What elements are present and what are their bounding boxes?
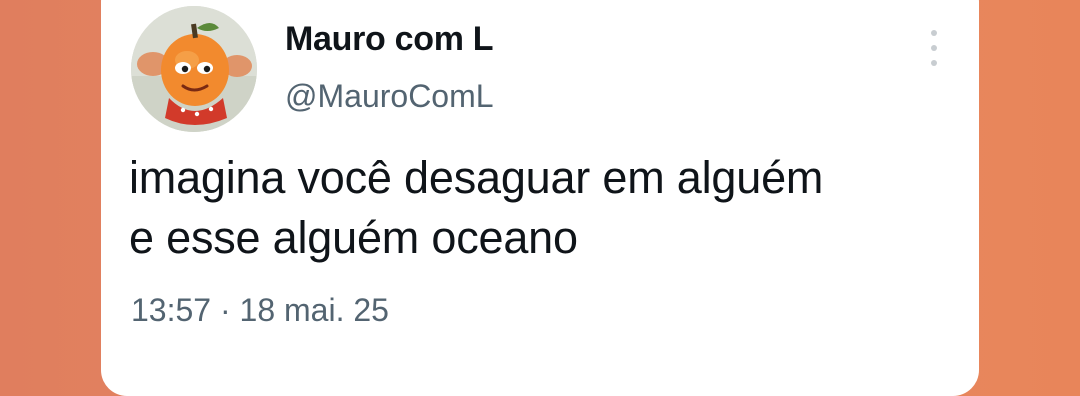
more-dot <box>931 30 937 36</box>
tweet-text-line: imagina você desaguar em alguém <box>129 152 824 203</box>
user-handle[interactable]: @MauroComL <box>285 78 494 115</box>
avatar[interactable] <box>131 6 257 132</box>
display-name[interactable]: Mauro com L <box>285 20 494 59</box>
tweet-text: imagina você desaguar em alguém e esse a… <box>129 148 969 268</box>
orange-character-avatar-icon <box>131 6 257 132</box>
tweet-timestamp[interactable]: 13:57 · 18 mai. 25 <box>131 292 389 329</box>
tweet-time: 13:57 <box>131 292 212 328</box>
meta-separator: · <box>219 292 231 328</box>
tweet-date: 18 mai. 25 <box>239 292 389 328</box>
more-options-icon[interactable] <box>919 30 949 66</box>
tweet-card[interactable]: Mauro com L @MauroComL imagina você desa… <box>101 0 979 396</box>
more-dot <box>931 45 937 51</box>
tweet-text-line: e esse alguém oceano <box>129 212 578 263</box>
more-dot <box>931 60 937 66</box>
